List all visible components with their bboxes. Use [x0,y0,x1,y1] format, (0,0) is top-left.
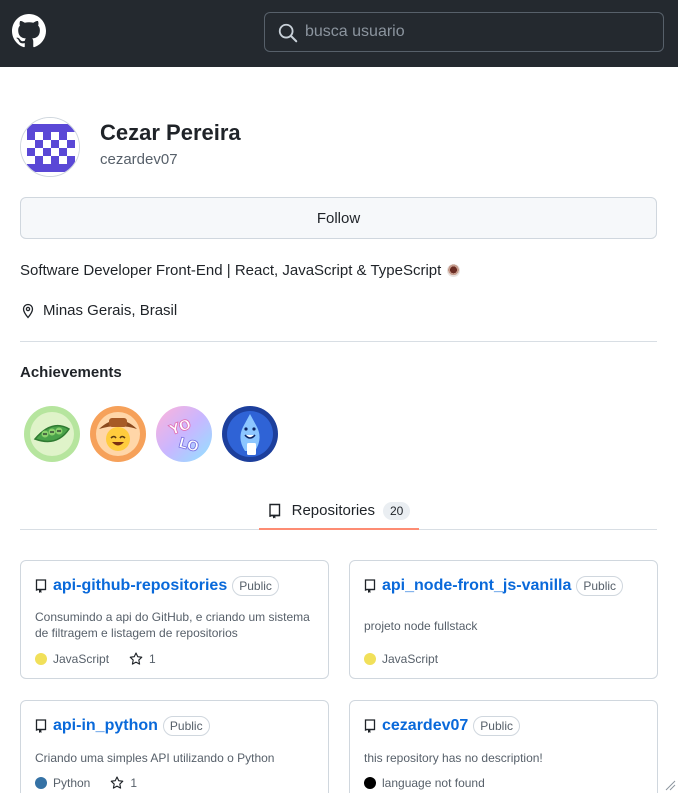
star-icon [129,652,143,665]
star-count: 1 [149,652,156,666]
achievements-title: Achievements [20,364,122,381]
location-pin-icon [22,303,34,319]
visibility-badge: Public [473,716,520,736]
repo-icon [364,718,376,733]
location-text: Minas Gerais, Brasil [43,302,178,319]
tab-active-underline [259,528,419,530]
search-input[interactable] [305,19,645,45]
star-count: 1 [130,776,138,790]
repo-stars[interactable]: 1 [110,776,137,790]
repo-description: projeto node fullstack [364,619,478,633]
repo-link[interactable]: api_node-front_js-vanilla [382,577,571,595]
pair-extraordinaire-badge[interactable] [23,405,81,463]
coffee-emoji-icon [447,264,461,277]
yolo-badge[interactable]: YO LO [155,405,213,463]
language-color-dot [364,653,376,665]
repo-meta: JavaScript 1 [35,652,156,666]
quickdraw-badge[interactable] [89,405,147,463]
repo-meta: Python 1 [35,776,137,790]
language-color-dot [364,777,376,789]
repo-card: api-in_python Public Criando uma simples… [20,700,329,793]
search-icon [278,23,298,43]
profile-bio: Software Developer Front-End | React, Ja… [20,262,461,279]
repo-meta: language not found [364,776,485,790]
repositories-count-badge: 20 [383,501,411,520]
repo-stars[interactable]: 1 [129,652,156,666]
repo-description: Consumindo a api do GitHub, e criando um… [35,610,310,640]
language-color-dot [35,653,47,665]
repo-link[interactable]: api-in_python [53,717,158,735]
top-bar [0,0,678,67]
pull-shark-badge[interactable] [221,405,279,463]
repo-link[interactable]: cezardev07 [382,717,468,735]
repo-icon [364,578,376,593]
star-icon [111,776,124,789]
repo-icon [268,503,280,518]
resize-handle-icon[interactable] [664,779,676,791]
repo-card: api_node-front_js-vanilla Public projeto… [349,560,658,679]
identicon-image [21,118,79,176]
visibility-badge: Public [162,716,210,736]
repo-icon [35,718,47,733]
tab-repositories-label: Repositories [291,502,375,519]
visibility-badge: Public [576,576,624,596]
language-color-dot [35,777,47,789]
user-search [264,12,664,52]
profile-login: cezardev07 [100,151,178,168]
profile-location: Minas Gerais, Brasil [20,302,177,319]
repo-meta: JavaScript [364,652,438,666]
profile-name: Cezar Pereira [100,120,241,145]
repo-language: JavaScript [382,652,439,666]
repo-language: Python [53,776,91,790]
repo-card: api-github-repositories Public Consumind… [20,560,329,679]
tab-repositories[interactable]: Repositories 20 [259,492,419,530]
repo-link[interactable]: api-github-repositories [53,577,227,595]
follow-button[interactable]: Follow [20,197,657,239]
section-divider [20,341,657,342]
repo-language: language not found [382,776,485,790]
visibility-badge: Public [232,576,279,596]
repo-description: this repository has no description! [364,751,543,765]
repo-description: Criando uma simples API utilizando o Pyt… [35,751,275,765]
github-logo-icon[interactable] [12,14,46,48]
repo-language: JavaScript [53,652,110,666]
bio-text: Software Developer Front-End | React, Ja… [20,262,442,279]
avatar [20,117,80,177]
repo-card: cezardev07 Public this repository has no… [349,700,658,793]
repo-icon [35,578,47,593]
